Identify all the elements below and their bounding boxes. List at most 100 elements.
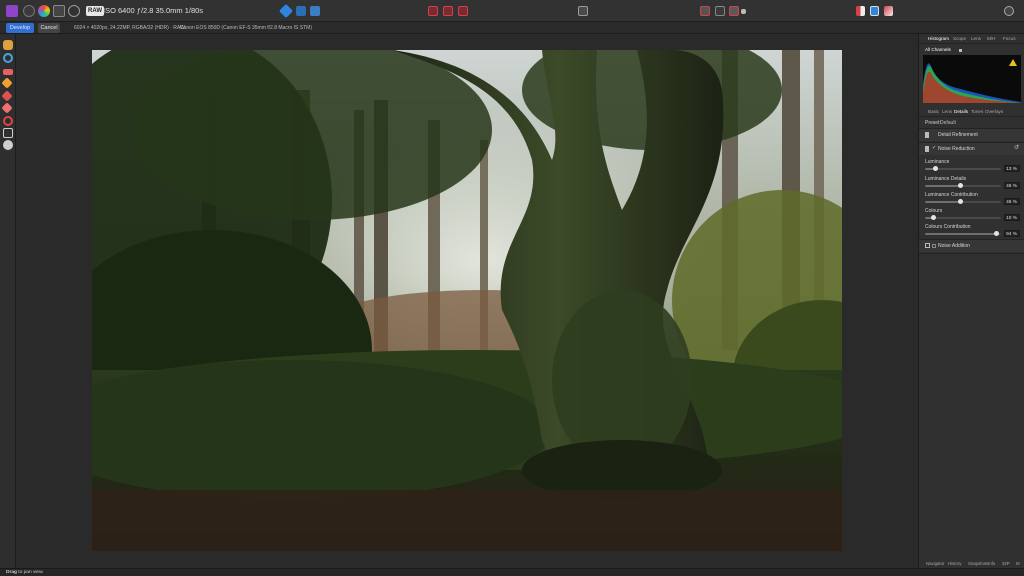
histogram — [923, 55, 1021, 103]
detail-refinement-label: Detail Refinement — [938, 132, 978, 138]
assistant-icon[interactable] — [729, 6, 739, 16]
tab-navigator[interactable]: Navigator — [926, 561, 944, 566]
detail-refinement-section[interactable]: Detail Refinement — [919, 129, 1024, 141]
blemish-tool-icon[interactable] — [3, 140, 13, 150]
luminance-value[interactable]: 13 % — [1004, 165, 1020, 172]
noise-addition-label: Noise Addition — [938, 243, 970, 249]
colours-contribution-value[interactable]: 94 % — [1004, 230, 1020, 237]
app-window: RAW ISO 6400 ƒ/2.8 35.0mm 1/80s Develop … — [0, 0, 1024, 576]
compare-icon[interactable] — [310, 6, 320, 16]
overlay-gradient-icon[interactable] — [278, 3, 294, 19]
overlay-paint-tool-icon[interactable] — [1, 77, 13, 89]
luminance-details-label: Luminance Details — [925, 176, 967, 182]
subtab-tones[interactable]: Tones — [971, 109, 983, 114]
app-logo-icon[interactable] — [6, 5, 18, 17]
noise-reduction-label: Noise Reduction — [938, 146, 975, 152]
mirror-view-icon[interactable] — [715, 6, 725, 16]
tab-focus[interactable]: Focus — [1003, 36, 1016, 41]
status-hint-rest: to pan view. — [16, 570, 44, 575]
colours-value[interactable]: 10 % — [1004, 214, 1020, 221]
subtab-basic[interactable]: Basic — [928, 109, 939, 114]
tone-mapping-icon[interactable] — [53, 5, 65, 17]
tab-histogram[interactable]: Histogram — [928, 36, 949, 41]
tab-scope[interactable]: Scope — [953, 36, 966, 41]
status-hint: Drag to pan view. — [6, 570, 44, 575]
brush-icon[interactable] — [578, 6, 588, 16]
clipping-shadows-icon[interactable] — [428, 6, 438, 16]
noise-addition-section[interactable]: Noise Addition — [919, 240, 1024, 252]
clipping-highlights-icon[interactable] — [443, 6, 453, 16]
tab-lens[interactable]: Lens — [971, 36, 981, 41]
reset-icon[interactable]: ↺ — [1014, 144, 1019, 151]
user-account-icon[interactable] — [1004, 6, 1014, 16]
develop-persona-icon[interactable] — [23, 5, 35, 17]
overlay-erase-tool-icon[interactable] — [1, 90, 13, 102]
cancel-button[interactable]: Cancel — [38, 23, 60, 33]
split-view-icon[interactable] — [700, 6, 710, 16]
luminance-details-value[interactable]: 46 % — [1004, 182, 1020, 189]
status-hint-bold: Drag — [6, 570, 17, 575]
clipping-tones-icon[interactable] — [458, 6, 468, 16]
canvas-area[interactable] — [16, 34, 918, 568]
luminance-slider-knob[interactable] — [932, 166, 938, 171]
luminance-contribution-slider-knob[interactable] — [957, 199, 963, 204]
photo-forest-tree[interactable] — [92, 50, 842, 551]
detail-refinement-icon — [925, 132, 929, 138]
tab-32p[interactable]: 32P — [1002, 561, 1010, 566]
noise-reduction-section[interactable]: ✓ Noise Reduction ↺ — [919, 143, 1024, 155]
overlay-gradient-tool-icon[interactable] — [1, 102, 13, 114]
chevron-down-icon[interactable] — [959, 49, 962, 52]
colours-slider-knob[interactable] — [930, 215, 936, 220]
develop-button[interactable]: Develop — [6, 23, 34, 33]
color-wheel-icon[interactable] — [38, 5, 50, 17]
tab-snapshots[interactable]: Snapshots — [968, 561, 988, 566]
colours-label: Colours — [925, 208, 943, 214]
colours-contribution-label: Colours Contribution — [925, 224, 971, 230]
output-color-icon[interactable] — [884, 6, 893, 16]
tools-panel — [0, 34, 16, 568]
tab-info[interactable]: Info — [988, 561, 995, 566]
preset-select[interactable]: Default — [940, 120, 956, 126]
white-balance-tool-icon[interactable] — [3, 69, 13, 75]
channels-select[interactable]: All Channels — [925, 47, 951, 52]
luminance-details-slider[interactable] — [925, 183, 1001, 188]
share-icon[interactable] — [68, 5, 80, 17]
luminance-slider[interactable] — [925, 166, 1001, 171]
colours-contribution-slider-knob[interactable] — [994, 231, 1000, 236]
luminance-label: Luminance — [925, 159, 950, 165]
tab-m[interactable]: M — [1016, 561, 1020, 566]
colours-slider[interactable] — [925, 215, 1001, 220]
luminance-contribution-value[interactable]: 46 % — [1004, 198, 1020, 205]
top-toolbar: RAW ISO 6400 ƒ/2.8 35.0mm 1/80s — [0, 0, 1024, 22]
luminance-contribution-slider[interactable] — [925, 199, 1001, 204]
tab-mh[interactable]: M/H — [987, 36, 995, 41]
studio-panel: Histogram Scope Lens M/H Focus All Chann… — [918, 34, 1024, 568]
photo-illustration — [92, 50, 842, 551]
colours-contribution-slider[interactable] — [925, 231, 1001, 236]
raw-badge: RAW — [86, 6, 104, 16]
subtab-details[interactable]: Details — [954, 109, 968, 114]
zoom-tool-icon[interactable] — [3, 53, 13, 63]
tab-history[interactable]: History — [948, 561, 961, 566]
chevron-down-icon[interactable] — [741, 9, 746, 14]
histogram-curves — [923, 59, 1021, 103]
noise-reduction-icon — [925, 146, 929, 152]
hand-tool-icon[interactable] — [3, 40, 13, 50]
view-mode-icon[interactable] — [296, 6, 306, 16]
crop-tool-icon[interactable] — [3, 128, 13, 138]
noise-reduction-check-icon[interactable]: ✓ — [932, 145, 936, 151]
context-toolbar: Develop Cancel 6024 × 4020px, 24.22MP, R… — [0, 22, 1024, 34]
output-srgb-icon[interactable] — [856, 6, 865, 16]
status-bar: Drag to pan view. — [0, 568, 1024, 576]
exif-readout: ISO 6400 ƒ/2.8 35.0mm 1/80s — [103, 6, 204, 15]
subtab-lens[interactable]: Lens — [942, 109, 952, 114]
noise-addition-checkbox[interactable] — [932, 244, 936, 248]
preset-label: Preset: — [925, 120, 941, 126]
luminance-details-slider-knob[interactable] — [957, 183, 963, 188]
noise-addition-icon — [925, 243, 930, 248]
output-profile-icon[interactable] — [870, 6, 879, 16]
camera-info: Canon EOS 850D (Canon EF-S 35mm f/2.8 Ma… — [180, 25, 312, 31]
luminance-contribution-label: Luminance Contribution — [925, 192, 978, 198]
subtab-overlays[interactable]: Overlays — [985, 109, 1003, 114]
red-eye-tool-icon[interactable] — [3, 116, 13, 126]
